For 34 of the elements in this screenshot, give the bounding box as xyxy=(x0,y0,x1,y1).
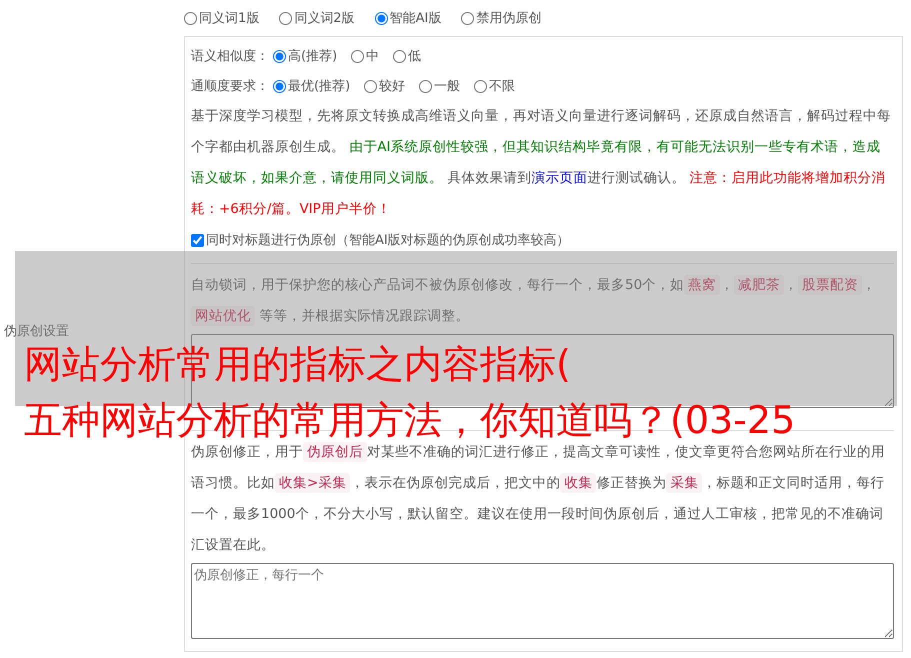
radio-button[interactable] xyxy=(461,12,474,24)
radio-button[interactable] xyxy=(419,80,432,92)
field-label: 通顺度要求： xyxy=(191,78,269,95)
radio-button[interactable] xyxy=(364,80,378,92)
correction-description: 伪原创修正，用于 伪原创后 对某些不准确的词汇进行修正，提高文章可读性，使文章更符合您网站所在行业的用语习惯。比如 收集>采集 ，表示在伪原创完成后，把文中的 收集 修正替换为 采集 ，标题和正文同时适用，每行一个，最多1000个，不分大小写，默认留空。建议在使用一段时间伪原创后，通过人工审核，把常见的不准确词汇设置在此。 xyxy=(191,441,886,555)
option-label: 同义词1版 xyxy=(199,10,260,27)
option-label: 低 xyxy=(408,48,422,65)
option-label: 不限 xyxy=(489,78,516,95)
radio-button[interactable] xyxy=(374,12,388,24)
option-label: 最优(推荐) xyxy=(288,78,350,95)
field-label: 语义相似度： xyxy=(191,48,269,65)
radio-button[interactable] xyxy=(273,50,286,62)
radio-button[interactable] xyxy=(279,12,292,24)
radio-button[interactable] xyxy=(184,12,197,24)
checkbox[interactable] xyxy=(191,234,204,246)
radio-button[interactable] xyxy=(474,80,488,92)
checkbox-label: 同时对标题进行伪原创（智能AI版对标题的伪原创成功率较高） xyxy=(206,232,570,249)
correction-field[interactable]: 伪原创修正，每行一个 xyxy=(191,563,894,639)
option-label: 智能AI版 xyxy=(390,10,442,27)
overlay-title: 五种网站分析的常用方法，你知道吗？(03-25 xyxy=(24,397,796,444)
radio-button[interactable] xyxy=(273,80,286,92)
ai-description: 基于深度学习模型，先将原文转换成高维语义向量，再对语义向量进行逐词解码，还原成自然语言，解码过程中每个字都由机器原创生成。 由于AI系统原创性较强，但其知识结构毕竟有限，有可能无法识别一些专有术语，造成语义破坏，如果介意，请使用同义词版。 具体效果请到演示页面进行测试确认。 注意：启用此功能将增加积分消耗：+6积分/篇。VIP用户半价！ xyxy=(191,107,892,219)
radio-button[interactable] xyxy=(393,50,406,62)
option-label: 较好 xyxy=(379,78,406,95)
option-label: 中 xyxy=(366,48,380,65)
option-label: 一般 xyxy=(434,78,460,95)
demo-page-link[interactable]: 演示页面 xyxy=(531,170,588,186)
lock-words-description: 自动锁词，用于保护您的核心产品词不被伪原创修改，每行一个，最多50个，如 燕窝 ， 减肥茶 ， 股票配资 ， 网站优化 等等，并根据实际情况跟踪调整。 xyxy=(191,274,878,328)
section-label: 伪原创设置 xyxy=(4,323,69,340)
radio-button[interactable] xyxy=(351,50,364,62)
option-label: 同义词2版 xyxy=(294,10,355,27)
option-label: 高(推荐) xyxy=(288,48,338,65)
overlay-title: 网站分析常用的指标之内容指标( xyxy=(24,341,571,388)
option-label: 禁用伪原创 xyxy=(476,10,542,27)
